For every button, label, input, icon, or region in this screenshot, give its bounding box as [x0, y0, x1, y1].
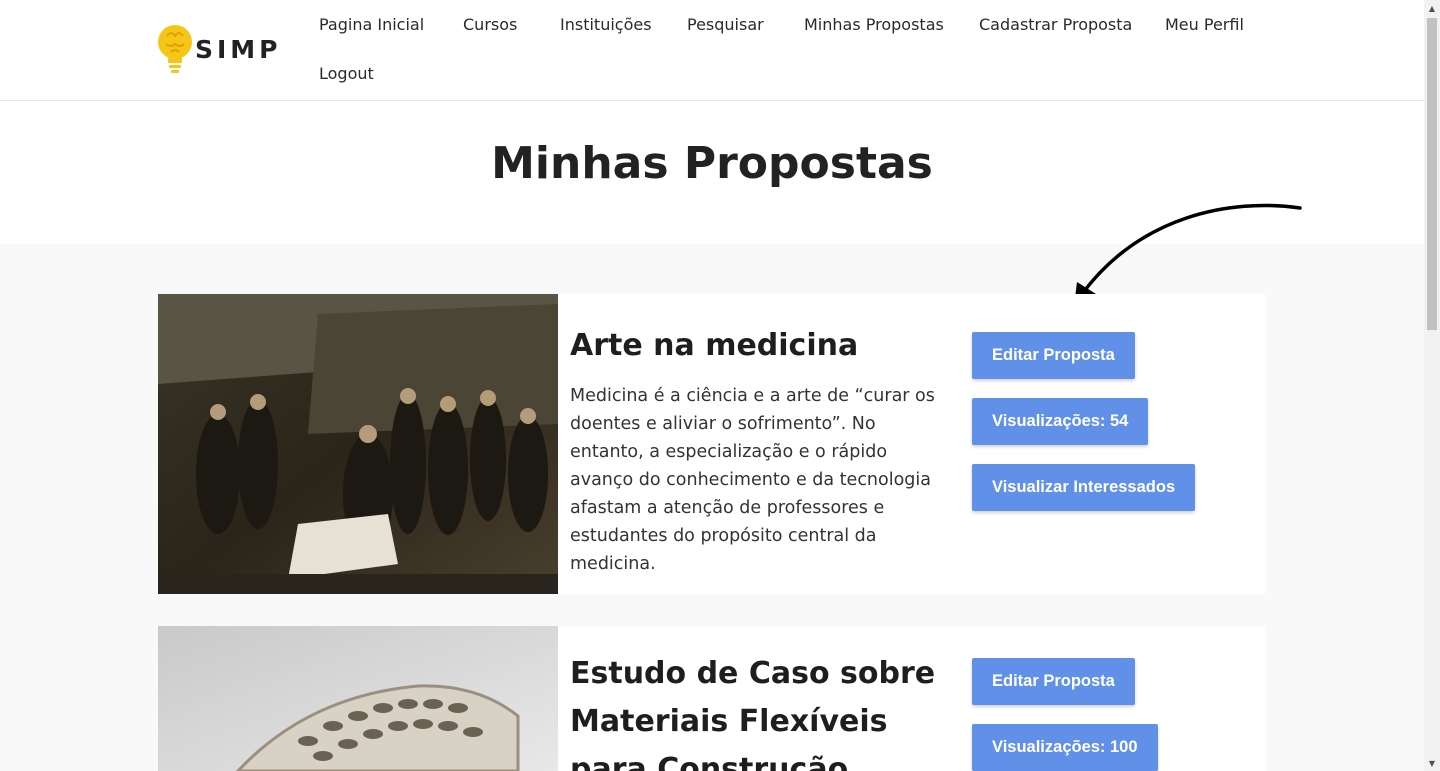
edit-proposal-button[interactable]: Editar Proposta — [972, 658, 1135, 705]
proposal-image — [158, 294, 558, 594]
scroll-thumb[interactable] — [1427, 18, 1437, 330]
lightbulb-brain-icon — [158, 25, 192, 73]
proposal-image — [158, 626, 558, 771]
scroll-up-arrow-icon[interactable]: ▲ — [1424, 0, 1440, 16]
proposal-title: Estudo de Caso sobre Materiais Flexíveis… — [570, 656, 936, 771]
nav-instituicoes[interactable]: Instituições — [560, 15, 652, 34]
scroll-down-arrow-icon[interactable]: ▼ — [1424, 755, 1440, 771]
proposal-description: Medicina é a ciência e a arte de “curar … — [570, 386, 935, 574]
logo[interactable]: SIMP — [157, 22, 287, 76]
edit-proposal-button[interactable]: Editar Proposta — [972, 332, 1135, 379]
views-button[interactable]: Visualizações: 100 — [972, 724, 1158, 771]
nav-meu-perfil[interactable]: Meu Perfil — [1165, 15, 1244, 34]
site-header: SIMP Pagina Inicial Cursos Instituições … — [0, 0, 1424, 101]
nav-cadastrar-proposta[interactable]: Cadastrar Proposta — [979, 15, 1132, 34]
nav-logout[interactable]: Logout — [319, 64, 374, 83]
nav-minhas-propostas[interactable]: Minhas Propostas — [804, 15, 944, 34]
nav-pagina-inicial[interactable]: Pagina Inicial — [319, 15, 424, 34]
nav-cursos[interactable]: Cursos — [463, 15, 517, 34]
views-button[interactable]: Visualizações: 54 — [972, 398, 1149, 445]
proposal-card: Arte na medicina Medicina é a ciência e … — [158, 294, 1266, 594]
nav-pesquisar[interactable]: Pesquisar — [687, 15, 764, 34]
page-title: Minhas Propostas — [491, 138, 933, 189]
vertical-scrollbar[interactable]: ▲ ▼ — [1424, 0, 1440, 771]
view-interested-button[interactable]: Visualizar Interessados — [972, 464, 1196, 511]
logo-text: SIMP — [195, 34, 282, 64]
proposal-title: Arte na medicina — [570, 328, 859, 363]
proposal-card: Estudo de Caso sobre Materiais Flexíveis… — [158, 626, 1266, 771]
